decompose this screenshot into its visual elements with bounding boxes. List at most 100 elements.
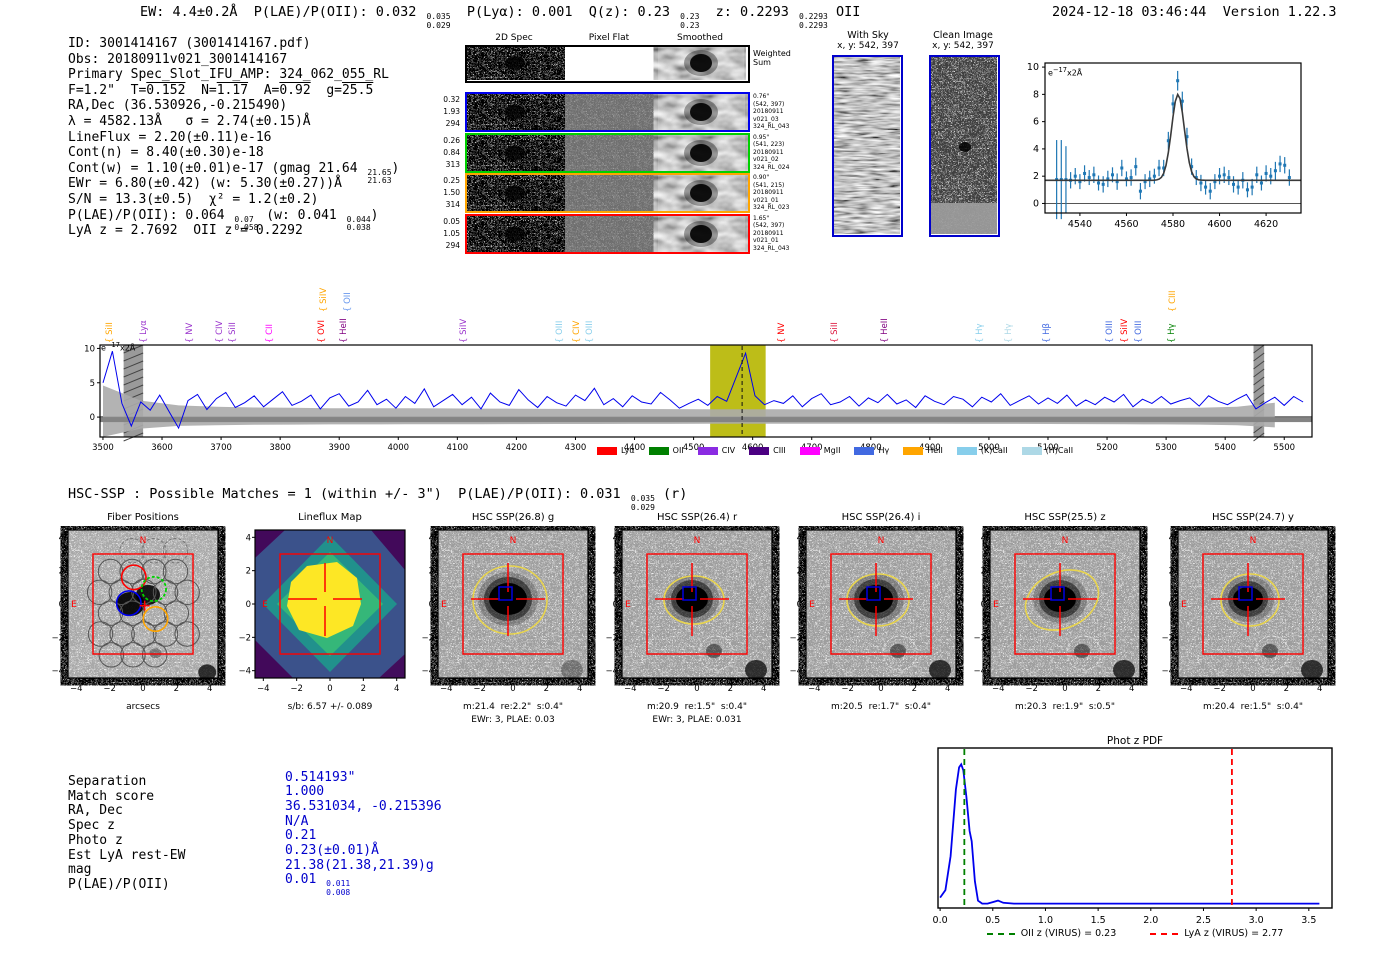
spec2d-row-annotation: 0.95" (541, 223) 20180911 v021_02 324_RL_024 <box>753 133 790 171</box>
spec2d-row <box>465 92 750 132</box>
cutout-image-lineflux-map: N E −4 −2 0 2 4 4 2 0 −2 −4 <box>238 529 406 694</box>
with-sky-coords: x, y: 542, 397 <box>837 41 899 51</box>
timestamp: 2024-12-18 03:46:44 <box>1052 4 1207 20</box>
svg-text:2: 2 <box>361 684 366 694</box>
fit-flux-units-label: e−17x2Å <box>1048 66 1083 78</box>
match-row-value: 0.514193" <box>285 769 356 785</box>
photz-legend-item: LyA z (VIRUS) = 2.77 <box>1150 928 1283 939</box>
svg-text:2: 2 <box>1169 567 1174 577</box>
legend-swatch <box>1021 446 1042 455</box>
emission-line-label: { Hγ <box>974 323 985 343</box>
svg-text:0: 0 <box>510 684 515 694</box>
svg-text:4: 4 <box>1033 144 1039 155</box>
svg-text:E: E <box>71 600 77 610</box>
svg-text:0: 0 <box>1033 198 1039 209</box>
emission-line-label: { Lyα <box>138 320 149 343</box>
svg-text:−2: −2 <box>238 633 251 643</box>
cutout-caption2: EWr: 3, PLAE: 0.03 <box>471 715 555 725</box>
svg-text:N: N <box>694 536 701 546</box>
spec2d-row-weights: 0.32 1.93 294 <box>443 95 460 128</box>
svg-text:3600: 3600 <box>151 443 173 453</box>
clean-image <box>929 55 1000 237</box>
match-row-value: 0.23(±0.01)Å <box>285 843 379 858</box>
svg-text:−4: −4 <box>789 667 802 677</box>
svg-text:−2: −2 <box>290 684 303 694</box>
legend-item: Lyα <box>596 446 635 455</box>
svg-text:−2: −2 <box>51 633 64 643</box>
svg-text:3.0: 3.0 <box>1249 915 1264 926</box>
match-row-value: 0.21 <box>285 828 317 844</box>
legend-swatch <box>697 446 718 455</box>
spec2d-weighted-row <box>465 45 750 83</box>
svg-text:4: 4 <box>613 533 618 543</box>
version-label: Version 1.22.3 <box>1222 4 1337 20</box>
match-row-value: 1.000 <box>285 784 325 800</box>
info-line: Cont(n) = 8.40(±0.30)e-18 <box>68 145 264 161</box>
svg-text:2: 2 <box>1096 684 1101 694</box>
svg-text:−2: −2 <box>1161 633 1174 643</box>
svg-text:4: 4 <box>945 684 950 694</box>
legend-item: OII <box>648 446 684 455</box>
svg-text:−4: −4 <box>51 667 64 677</box>
svg-text:0: 0 <box>140 684 145 694</box>
svg-text:−4: −4 <box>70 684 83 694</box>
match-row-value: 36.531034, -0.215396 <box>285 798 442 814</box>
svg-text:0: 0 <box>246 600 251 610</box>
cutout-title: HSC SSP(25.5) z <box>1024 512 1106 523</box>
svg-text:3500: 3500 <box>92 443 114 453</box>
legend-item: (H)CaII <box>1021 446 1073 455</box>
svg-text:N: N <box>878 536 885 546</box>
match-row-label: Est LyA rest-EW <box>68 847 186 863</box>
emission-line-label: { OIII <box>554 320 565 343</box>
svg-text:−2: −2 <box>841 684 854 694</box>
svg-text:E: E <box>809 600 815 610</box>
cutout-title: HSC SSP(26.8) g <box>471 512 555 523</box>
svg-text:0: 0 <box>1250 684 1255 694</box>
svg-text:0: 0 <box>429 600 434 610</box>
spec2d-row <box>465 132 750 173</box>
svg-text:2: 2 <box>981 567 986 577</box>
svg-text:−2: −2 <box>1025 684 1038 694</box>
svg-text:2: 2 <box>728 684 733 694</box>
svg-text:2: 2 <box>1033 171 1039 182</box>
spec2d-row-weights: 0.26 0.84 313 <box>443 135 460 169</box>
svg-text:N: N <box>510 536 517 546</box>
cutout-title: HSC SSP(26.4) r <box>656 512 738 523</box>
clean-image-title: Clean Image <box>933 30 993 41</box>
hsc-match-line: HSC-SSP : Possible Matches = 1 (within +… <box>68 486 688 512</box>
svg-text:0: 0 <box>1169 600 1174 610</box>
svg-text:0: 0 <box>613 600 618 610</box>
info-line: RA,Dec (36.530926,-0.215490) <box>68 98 288 114</box>
svg-text:2: 2 <box>174 684 179 694</box>
svg-text:E: E <box>625 600 631 610</box>
svg-text:−2: −2 <box>605 633 618 643</box>
svg-text:−2: −2 <box>1213 684 1226 694</box>
cutout-caption2: EWr: 3, PLAE: 0.031 <box>652 715 742 725</box>
cutout-title: HSC SSP(26.4) i <box>841 512 921 523</box>
svg-text:3900: 3900 <box>328 443 350 453</box>
svg-text:0: 0 <box>327 684 332 694</box>
emission-line-label: { OIII <box>1134 320 1145 343</box>
svg-text:E: E <box>1181 600 1187 610</box>
cutout-caption: arcsecs <box>126 702 160 712</box>
info-line: S/N = 13.3(±0.5) χ² = 1.2(±0.2) <box>68 192 319 207</box>
svg-text:4620: 4620 <box>1254 219 1278 230</box>
svg-text:−2: −2 <box>973 633 986 643</box>
info-line: Obs: 20180911v021_3001414167 <box>68 51 288 67</box>
cutout-image-hsc: N E −4 −2 0 2 4 4 2 0 −2 −4 <box>973 529 1141 694</box>
emission-line-label: { SiII <box>830 322 841 343</box>
svg-text:N: N <box>1250 536 1257 546</box>
svg-text:−4: −4 <box>973 667 986 677</box>
emission-line-label: { OVI <box>316 320 327 343</box>
svg-text:4: 4 <box>207 684 212 694</box>
emission-line-label: { SiIV <box>1120 318 1131 343</box>
cutout-image-fiber-positions: N E −4 −2 0 2 4 4 2 0 −2 −4 <box>51 529 219 694</box>
svg-text:1.0: 1.0 <box>1038 915 1053 926</box>
spec2d-row-image <box>469 215 745 252</box>
cutout-image-hsc: N E −4 −2 0 2 4 4 2 0 −2 −4 <box>421 529 589 694</box>
svg-text:−2: −2 <box>657 684 670 694</box>
svg-text:−2: −2 <box>103 684 116 694</box>
match-row-label: mag <box>68 862 92 878</box>
svg-text:N: N <box>140 536 147 546</box>
match-row-label: Photo z <box>68 832 123 848</box>
